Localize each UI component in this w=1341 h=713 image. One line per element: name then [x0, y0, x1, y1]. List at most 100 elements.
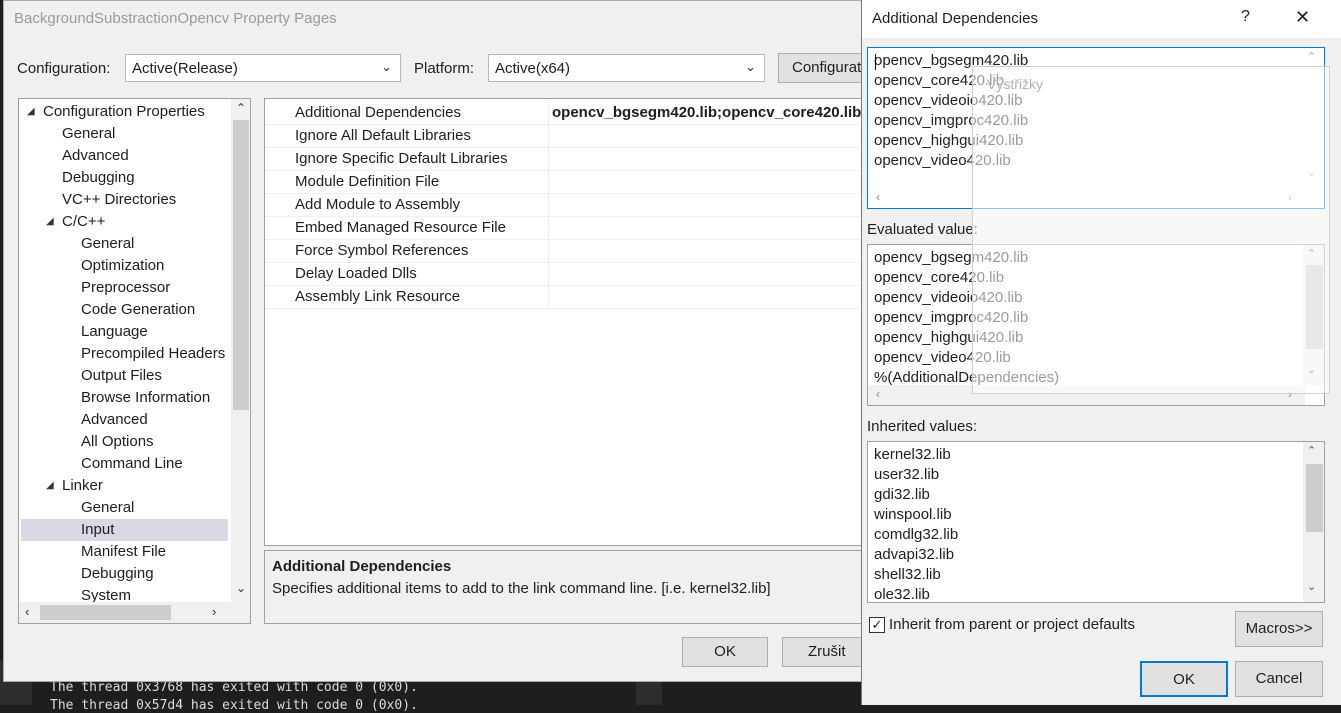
inherited-vertical-scrollbar[interactable]: ⌃ ⌄ — [1303, 442, 1324, 602]
property-row[interactable]: Delay Loaded Dlls — [265, 263, 864, 286]
evaluated-label: Evaluated value: — [867, 221, 978, 238]
tree-vertical-scrollbar[interactable]: ⌃ ⌄ — [231, 99, 250, 604]
column-splitter[interactable] — [548, 263, 549, 286]
text-caret — [875, 54, 876, 70]
property-name: Assembly Link Resource — [295, 288, 461, 305]
tree-item-language[interactable]: Language — [81, 321, 148, 343]
property-grid: Additional Dependencies opencv_bgsegm420… — [264, 98, 864, 546]
column-splitter[interactable] — [548, 148, 549, 171]
tree-item-command-line[interactable]: Command Line — [81, 453, 183, 475]
property-row[interactable]: Ignore Specific Default Libraries — [265, 148, 864, 171]
property-row[interactable]: Module Definition File — [265, 171, 864, 194]
tree-item-cpp[interactable]: C/C++ — [62, 211, 105, 233]
expand-arrow-icon[interactable]: ◢ — [46, 480, 54, 491]
tree-item-linker[interactable]: Linker — [62, 475, 103, 497]
tree-item-code-generation[interactable]: Code Generation — [81, 299, 195, 321]
tree-scroll-thumb[interactable] — [233, 120, 249, 410]
platform-combo[interactable]: Active(x64) ⌄ — [488, 54, 765, 82]
column-splitter[interactable] — [548, 217, 549, 240]
inherited-label: Inherited values: — [867, 418, 978, 435]
inherited-line: comdlg32.lib — [874, 526, 959, 543]
expand-arrow-icon[interactable]: ◢ — [46, 216, 54, 227]
inherit-checkbox[interactable]: ✓ — [869, 617, 885, 633]
scroll-down-icon[interactable]: ⌄ — [236, 581, 246, 595]
window-title: BackgroundSubstractionOpencv Property Pa… — [14, 10, 337, 27]
dialog-ok-button[interactable]: OK — [1140, 661, 1228, 697]
column-splitter[interactable] — [548, 125, 549, 148]
platform-label: Platform: — [414, 60, 475, 77]
scroll-left-icon[interactable]: ‹ — [876, 190, 880, 204]
inherited-scroll-thumb[interactable] — [1306, 464, 1323, 532]
tree-item-cpp-advanced[interactable]: Advanced — [81, 409, 148, 431]
tree-item-general[interactable]: General — [62, 123, 115, 145]
inherited-line: shell32.lib — [874, 566, 941, 583]
tree-hscroll-thumb[interactable] — [40, 605, 171, 620]
scroll-right-icon[interactable]: › — [212, 604, 216, 619]
tree-item-output-files[interactable]: Output Files — [81, 365, 162, 387]
property-row[interactable]: Add Module to Assembly — [265, 194, 864, 217]
configuration-manager-button[interactable]: Configurat — [778, 53, 866, 83]
inherited-line: user32.lib — [874, 466, 940, 483]
expand-arrow-icon[interactable]: ◢ — [27, 106, 35, 117]
column-splitter[interactable] — [548, 194, 549, 217]
cancel-button[interactable]: Zrušit — [782, 637, 866, 667]
tree-item-preprocessor[interactable]: Preprocessor — [81, 277, 170, 299]
column-splitter[interactable] — [548, 171, 549, 194]
property-name: Module Definition File — [295, 173, 440, 190]
inherit-checkbox-label[interactable]: Inherit from parent or project defaults — [889, 616, 1135, 633]
property-row[interactable]: Assembly Link Resource — [265, 286, 864, 309]
property-row[interactable]: Ignore All Default Libraries — [265, 125, 864, 148]
dialog-titlebar: Additional Dependencies ? ✕ — [862, 0, 1341, 38]
output-line: The thread 0x3768 has exited with code 0… — [50, 680, 418, 695]
inherited-line: gdi32.lib — [874, 486, 930, 503]
property-row[interactable]: Force Symbol References — [265, 240, 864, 263]
tree-item-input[interactable]: Input — [21, 519, 228, 541]
snip-hint: Výstřižky — [987, 76, 1043, 92]
column-splitter[interactable] — [548, 102, 549, 125]
description-text: Specifies additional items to add to the… — [272, 580, 771, 597]
snipping-overlay: Výstřižky — [972, 66, 1330, 394]
scroll-left-icon[interactable]: ‹ — [876, 387, 880, 401]
tree-item-precompiled-headers[interactable]: Precompiled Headers — [81, 343, 225, 365]
scroll-up-icon[interactable]: ⌃ — [1307, 50, 1316, 63]
ok-button[interactable]: OK — [682, 637, 768, 667]
category-tree[interactable]: ◢ Configuration Properties General Advan… — [18, 98, 251, 624]
inherited-line: ole32.lib — [874, 586, 930, 603]
configuration-combo[interactable]: Active(Release) ⌄ — [125, 54, 401, 82]
macros-button[interactable]: Macros>> — [1235, 611, 1323, 647]
property-row[interactable]: Embed Managed Resource File — [265, 217, 864, 240]
dialog-cancel-button[interactable]: Cancel — [1235, 661, 1323, 697]
scroll-left-icon[interactable]: ‹ — [25, 604, 29, 619]
help-icon[interactable]: ? — [1241, 8, 1250, 26]
tree-item-advanced[interactable]: Advanced — [62, 145, 129, 167]
close-icon[interactable]: ✕ — [1295, 7, 1310, 28]
property-name: Embed Managed Resource File — [295, 219, 506, 236]
tree-item-browse-information[interactable]: Browse Information — [81, 387, 210, 409]
scroll-up-icon[interactable]: ⌃ — [1307, 444, 1316, 457]
checkmark-icon: ✓ — [871, 617, 883, 632]
tree-item-manifest-file[interactable]: Manifest File — [81, 541, 166, 563]
tree-item-linker-general[interactable]: General — [81, 497, 134, 519]
property-pages-window: BackgroundSubstractionOpencv Property Pa… — [3, 0, 866, 682]
property-name: Additional Dependencies — [295, 104, 461, 121]
scroll-up-icon[interactable]: ⌃ — [236, 101, 246, 115]
output-line: The thread 0x57d4 has exited with code 0… — [50, 698, 418, 713]
inherited-values-box: kernel32.lib user32.lib gdi32.lib winspo… — [867, 441, 1325, 603]
scroll-down-icon[interactable]: ⌄ — [1307, 580, 1316, 593]
property-name: Ignore All Default Libraries — [295, 127, 471, 144]
tree-item-vc-directories[interactable]: VC++ Directories — [62, 189, 176, 211]
column-splitter[interactable] — [548, 240, 549, 263]
tree-item-configuration-properties[interactable]: Configuration Properties — [43, 101, 205, 123]
property-value[interactable]: opencv_bgsegm420.lib;opencv_core420.lib;… — [552, 102, 864, 124]
description-panel: Additional Dependencies Specifies additi… — [264, 550, 864, 624]
column-splitter[interactable] — [548, 286, 549, 309]
tree-item-debugging[interactable]: Debugging — [62, 167, 135, 189]
tree-horizontal-scrollbar[interactable]: ‹ › — [19, 602, 250, 623]
tree-item-linker-debugging[interactable]: Debugging — [81, 563, 154, 585]
inherited-line: advapi32.lib — [874, 546, 955, 563]
tree-item-all-options[interactable]: All Options — [81, 431, 154, 453]
inherited-line: kernel32.lib — [874, 446, 951, 463]
tree-item-cpp-general[interactable]: General — [81, 233, 134, 255]
tree-item-optimization[interactable]: Optimization — [81, 255, 164, 277]
property-row[interactable]: Additional Dependencies opencv_bgsegm420… — [265, 102, 864, 125]
